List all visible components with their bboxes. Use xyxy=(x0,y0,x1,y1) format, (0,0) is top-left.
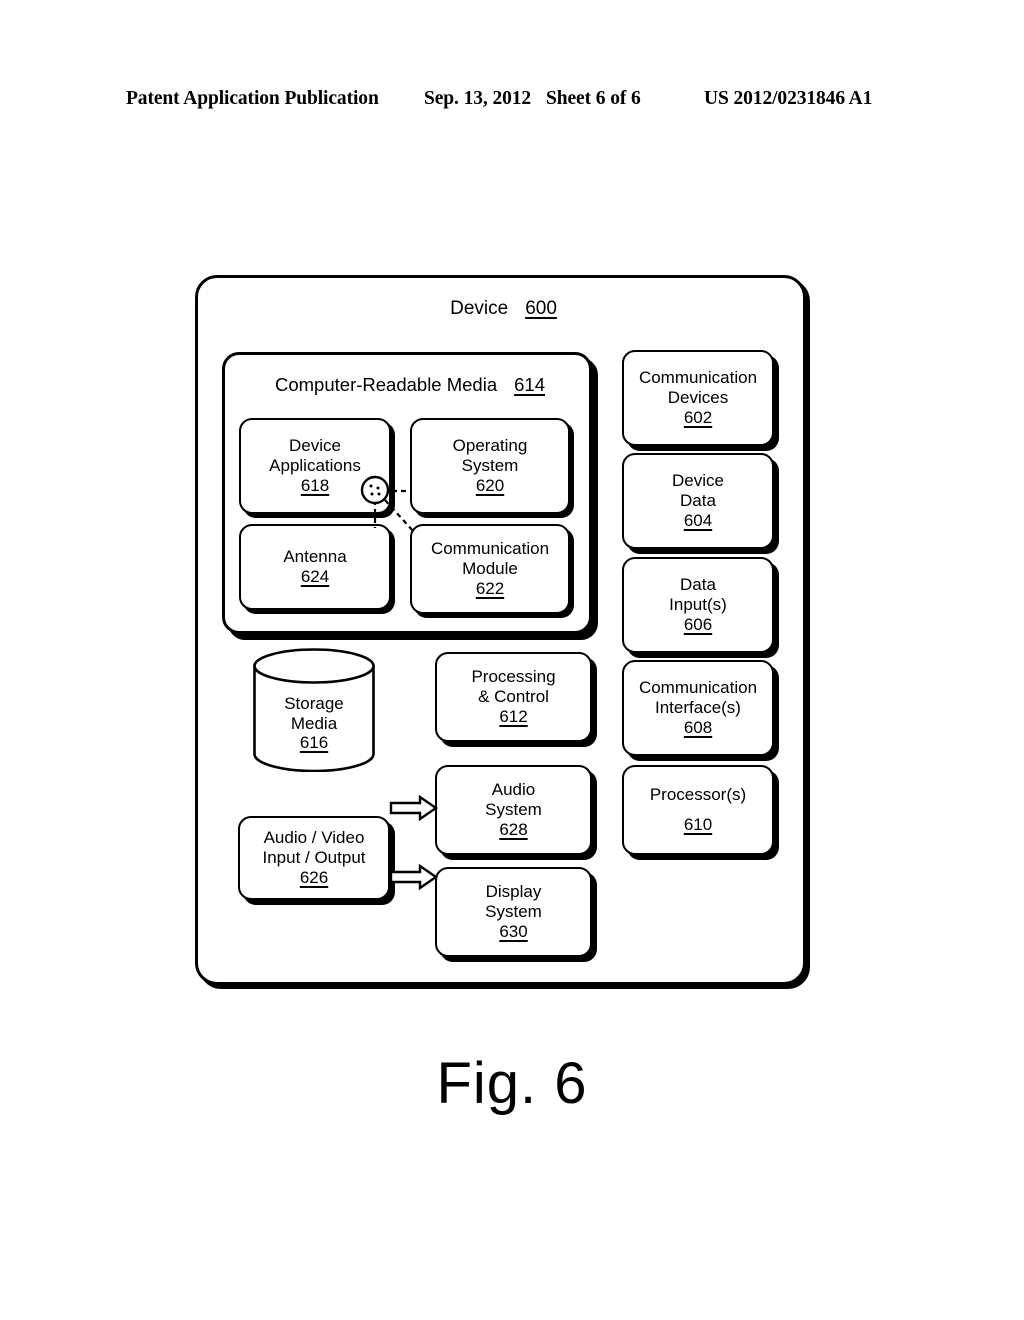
operating-system-label-0: Operating xyxy=(452,436,528,456)
crm-title-label: Computer-Readable Media xyxy=(275,374,498,395)
device-data-label-1: Data xyxy=(680,491,716,511)
processors-ref: 610 xyxy=(683,815,713,834)
device-applications-ref: 618 xyxy=(300,475,330,495)
audio-system-label-0: Audio xyxy=(491,780,536,800)
header-date-label: Sep. 13, 2012 xyxy=(424,88,532,109)
device-title: Device 600 xyxy=(198,298,809,320)
device-data-label-0: Device xyxy=(672,471,724,491)
operating-system-ref: 620 xyxy=(475,475,505,495)
antenna-label-0: Antenna xyxy=(283,547,347,567)
antenna-ref: 624 xyxy=(300,567,330,586)
antenna-box[interactable]: Antenna 624 xyxy=(239,524,391,610)
display-system-label-1: System xyxy=(485,902,542,922)
audio-video-io-box[interactable]: Audio / Video Input / Output 626 xyxy=(238,816,390,900)
audio-system-ref: 628 xyxy=(499,819,528,839)
communication-devices-ref: 602 xyxy=(683,407,713,427)
audio-video-io-label-1: Input / Output xyxy=(262,848,366,868)
communication-module-box[interactable]: Communication Module 622 xyxy=(410,524,570,614)
device-applications-box[interactable]: Device Applications 618 xyxy=(239,418,391,514)
communication-module-label-1: Module xyxy=(462,559,518,579)
data-inputs-ref: 606 xyxy=(683,614,713,634)
processors-box[interactable]: Processor(s) 610 xyxy=(622,765,774,855)
communication-interfaces-box[interactable]: Communication Interface(s) 608 xyxy=(622,660,774,756)
audio-system-box[interactable]: Audio System 628 xyxy=(435,765,592,855)
communication-module-label-0: Communication xyxy=(430,539,550,559)
crm-title-ref: 614 xyxy=(514,374,545,395)
processing-and-control-label-1: & Control xyxy=(478,687,549,707)
processing-and-control-label-0: Processing xyxy=(471,667,556,687)
device-applications-label-1: Applications xyxy=(269,456,361,476)
storage-media-label-0: Storage xyxy=(284,694,344,713)
data-inputs-label-1: Input(s) xyxy=(669,595,727,615)
communication-interfaces-label-1: Interface(s) xyxy=(655,698,741,718)
computer-readable-media-title: Computer-Readable Media 614 xyxy=(225,374,595,396)
header-sheet-label: Sheet 6 of 6 xyxy=(546,88,641,109)
processors-label-0: Processor(s) xyxy=(649,785,747,805)
display-system-label-0: Display xyxy=(485,882,542,902)
header-patent-number: US 2012/0231846 A1 xyxy=(704,88,873,109)
operating-system-box[interactable]: Operating System 620 xyxy=(410,418,570,514)
operating-system-label-1: System xyxy=(461,456,519,476)
device-title-ref: 600 xyxy=(525,298,557,319)
device-data-ref: 604 xyxy=(683,510,713,530)
data-inputs-label-0: Data xyxy=(680,575,716,595)
storage-media-cylinder[interactable]: Storage Media 616 xyxy=(253,648,375,772)
communication-interfaces-label-0: Communication xyxy=(638,678,758,698)
display-system-ref: 630 xyxy=(499,921,528,941)
processing-and-control-ref: 612 xyxy=(499,706,528,726)
storage-media-label-1: Media xyxy=(290,713,338,733)
device-title-label: Device xyxy=(450,298,509,319)
header-publication-label: Patent Application Publication xyxy=(126,88,379,109)
communication-devices-label-0: Communication xyxy=(638,368,758,388)
processing-and-control-box[interactable]: Processing & Control 612 xyxy=(435,652,592,742)
display-system-box[interactable]: Display System 630 xyxy=(435,867,592,957)
audio-video-io-label-0: Audio / Video xyxy=(263,828,365,848)
figure-caption: Fig. 6 xyxy=(436,1051,588,1116)
storage-media-text: Storage Media 616 xyxy=(253,694,375,753)
audio-system-label-1: System xyxy=(485,800,542,820)
communication-interfaces-ref: 608 xyxy=(683,717,713,737)
data-inputs-box[interactable]: Data Input(s) 606 xyxy=(622,557,774,653)
communication-devices-box[interactable]: Communication Devices 602 xyxy=(622,350,774,446)
patent-header: Patent Application Publication Sep. 13, … xyxy=(0,88,1024,116)
device-applications-label-0: Device xyxy=(289,436,341,456)
storage-media-ref: 616 xyxy=(299,733,329,753)
audio-video-io-ref: 626 xyxy=(299,867,329,887)
device-data-box[interactable]: Device Data 604 xyxy=(622,453,774,549)
communication-devices-label-1: Devices xyxy=(667,388,729,408)
communication-module-ref: 622 xyxy=(475,578,505,598)
